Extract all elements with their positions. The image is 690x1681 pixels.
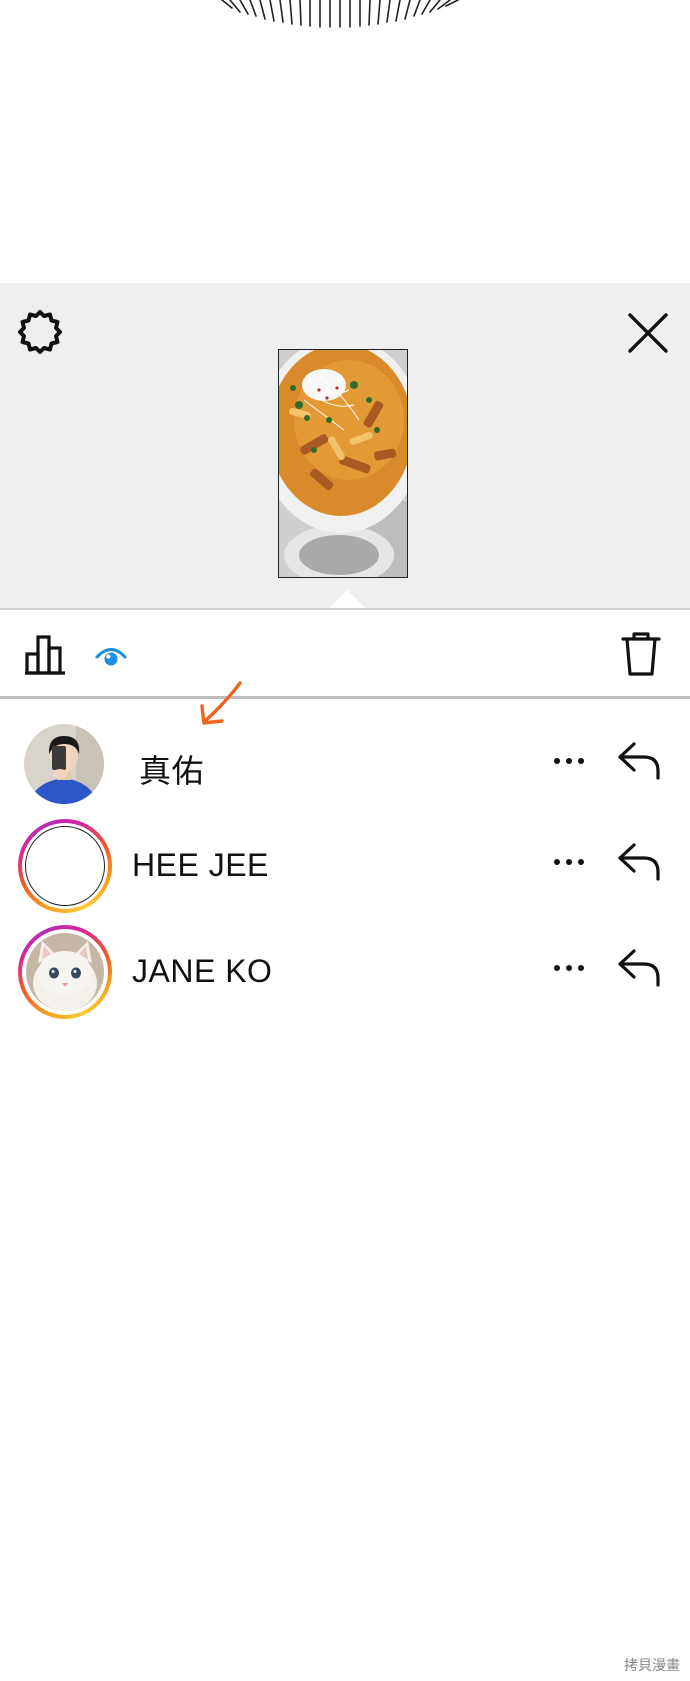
speed-lines-decoration [221, 0, 459, 28]
cat-photo-image [26, 933, 104, 1011]
bar-chart-icon[interactable] [24, 632, 68, 676]
viewer-row[interactable]: 真佑 [0, 718, 690, 818]
avatar[interactable] [18, 718, 112, 812]
viewer-row[interactable]: HEE JEE [0, 819, 690, 919]
avatar[interactable] [18, 925, 112, 1019]
viewer-name[interactable]: JANE KO [132, 953, 272, 990]
more-dots-icon[interactable] [552, 754, 586, 768]
toolbar-divider [0, 696, 690, 699]
watermark: 拷貝漫畫 [624, 1658, 680, 1674]
story-viewers-screen: 真佑 HEE JEE JANE KO 拷貝漫畫 [0, 0, 690, 1681]
more-dots-icon[interactable] [552, 855, 586, 869]
reply-arrow-icon[interactable] [616, 841, 664, 883]
viewer-name[interactable]: 真佑 [139, 746, 204, 792]
more-dots-icon[interactable] [552, 961, 586, 975]
story-thumbnail[interactable] [278, 349, 408, 578]
trash-icon[interactable] [620, 630, 662, 678]
eye-icon[interactable] [94, 640, 128, 670]
reply-arrow-icon[interactable] [616, 947, 664, 989]
person-photo-image [24, 724, 104, 804]
close-icon[interactable] [624, 309, 672, 357]
food-photo-image [279, 350, 407, 577]
viewer-row[interactable]: JANE KO [0, 925, 690, 1025]
reply-arrow-icon[interactable] [616, 740, 664, 782]
preview-pointer [327, 590, 367, 610]
gear-icon[interactable] [16, 307, 64, 355]
avatar[interactable] [18, 819, 112, 913]
viewer-name[interactable]: HEE JEE [132, 847, 269, 884]
